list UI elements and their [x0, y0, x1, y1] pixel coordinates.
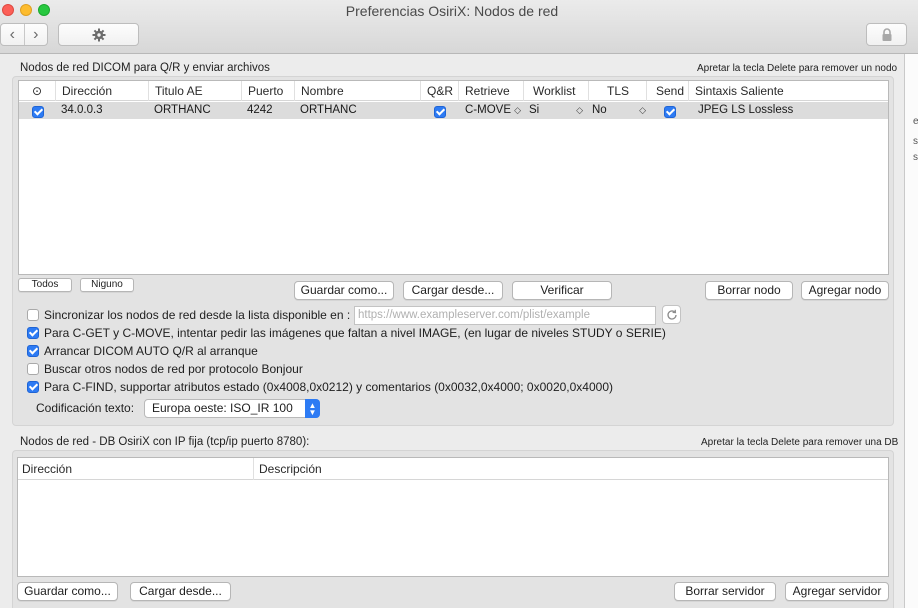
column-header-port[interactable]: Puerto [242, 81, 295, 101]
cget-checkbox[interactable] [27, 327, 39, 339]
column-header-syntax[interactable]: Sintaxis Saliente [689, 81, 890, 101]
auto-qr-option[interactable]: Arrancar DICOM AUTO Q/R al arranque [27, 343, 258, 359]
lock-icon [882, 27, 891, 41]
window-titlebar: Preferencias OsiriX: Nodos de red ‹ › [0, 0, 918, 54]
column-header-retrieve[interactable]: Retrieve [459, 81, 524, 101]
column-header-description[interactable]: Descripción [254, 458, 890, 480]
show-all-button[interactable] [58, 23, 139, 46]
refresh-icon [666, 309, 677, 320]
delete-node-button[interactable]: Borrar nodo [705, 281, 793, 300]
row-tls-value: No [592, 104, 607, 116]
row-worklist-value: Si [529, 104, 540, 116]
column-header-worklist[interactable]: Worklist [524, 81, 589, 101]
navigation-buttons: ‹ › [0, 23, 48, 46]
row-retrieve-popup[interactable]: C-MOVE ◇ [465, 102, 521, 119]
row-tls-popup[interactable]: No ◇ [592, 102, 646, 119]
load-from-button[interactable]: Cargar desde... [403, 281, 503, 300]
row-ae-title: ORTHANC [154, 104, 211, 116]
dicom-nodes-table-header: ⊙ Dirección Titulo AE Puerto Nombre Q&R … [19, 81, 888, 101]
bonjour-checkbox[interactable] [27, 363, 39, 375]
row-syntax: JPEG LS Lossless [698, 104, 794, 116]
sync-checkbox[interactable] [27, 309, 39, 321]
lock-button[interactable] [866, 23, 907, 46]
dicom-nodes-delete-hint: Apretar la tecla Delete para remover un … [697, 63, 898, 74]
popup-arrows-icon: ◇ [514, 105, 521, 115]
dicom-nodes-group-label: Nodos de red DICOM para Q/R y enviar arc… [20, 62, 270, 74]
column-header-send[interactable]: Send [647, 81, 689, 101]
back-button[interactable]: ‹ [1, 24, 24, 45]
column-header-name[interactable]: Nombre [295, 81, 421, 101]
encoding-label: Codificación texto: [36, 401, 135, 415]
bonjour-option[interactable]: Buscar otros nodos de red por protocolo … [27, 361, 303, 377]
cget-option[interactable]: Para C-GET y C-MOVE, intentar pedir las … [27, 325, 666, 341]
row-qr-checkbox[interactable] [434, 104, 446, 121]
osirix-nodes-table-header: Dirección Descripción [18, 458, 888, 480]
bonjour-label: Buscar otros nodos de red por protocolo … [44, 362, 303, 376]
row-worklist-popup[interactable]: Si ◇ [529, 102, 583, 119]
sync-label: Sincronizar los nodos de red desde la li… [44, 308, 351, 322]
auto-qr-checkbox[interactable] [27, 345, 39, 357]
dicom-nodes-table[interactable]: ⊙ Dirección Titulo AE Puerto Nombre Q&R … [18, 80, 889, 275]
column-header-address[interactable]: Dirección [18, 458, 254, 480]
sync-option[interactable]: Sincronizar los nodos de red desde la li… [27, 307, 350, 323]
column-header-qr[interactable]: Q&R [421, 81, 459, 101]
table-row[interactable]: 34.0.0.3 ORTHANC 4242 ORTHANC C-MOVE ◇ S… [19, 102, 888, 119]
delete-server-button[interactable]: Borrar servidor [674, 582, 776, 601]
refresh-button[interactable] [662, 305, 681, 324]
encoding-value: Europa oeste: ISO_IR 100 [152, 401, 293, 415]
cfind-label: Para C-FIND, supportar atributos estado … [44, 380, 613, 394]
osirix-nodes-group-label: Nodos de red - DB OsiriX con IP fija (tc… [20, 436, 310, 448]
column-header-ae-title[interactable]: Titulo AE [149, 81, 242, 101]
row-retrieve-value: C-MOVE [465, 104, 511, 116]
sync-url-field[interactable]: https://www.exampleserver.com/plist/exam… [354, 306, 656, 325]
chevron-updown-icon: ▲ ▼ [305, 399, 320, 418]
forward-button[interactable]: › [23, 24, 48, 45]
column-header-address[interactable]: Dirección [56, 81, 149, 101]
select-none-button[interactable]: Niguno [80, 278, 134, 292]
save-as-button[interactable]: Guardar como... [294, 281, 394, 300]
cget-label: Para C-GET y C-MOVE, intentar pedir las … [44, 326, 666, 340]
popup-arrows-icon: ◇ [639, 105, 646, 115]
row-port: 4242 [247, 104, 273, 116]
osirix-nodes-delete-hint: Apretar la tecla Delete para remover una… [701, 437, 899, 448]
server-save-as-button[interactable]: Guardar como... [17, 582, 118, 601]
column-header-active[interactable]: ⊙ [19, 81, 56, 101]
background-window-edge: e s s [904, 54, 918, 608]
popup-arrows-icon: ◇ [576, 105, 583, 115]
row-enabled-checkbox[interactable] [32, 104, 44, 121]
add-server-button[interactable]: Agregar servidor [785, 582, 889, 601]
row-name: ORTHANC [300, 104, 357, 116]
encoding-select[interactable]: Europa oeste: ISO_IR 100 ▲ ▼ [144, 399, 320, 418]
add-node-button[interactable]: Agregar nodo [801, 281, 889, 300]
server-load-from-button[interactable]: Cargar desde... [130, 582, 231, 601]
row-send-checkbox[interactable] [664, 104, 676, 121]
row-address: 34.0.0.3 [61, 104, 103, 116]
cfind-option[interactable]: Para C-FIND, supportar atributos estado … [27, 379, 613, 395]
auto-qr-label: Arrancar DICOM AUTO Q/R al arranque [44, 344, 258, 358]
window-title: Preferencias OsiriX: Nodos de red [345, 3, 559, 19]
gear-icon [92, 28, 105, 41]
verify-button[interactable]: Verificar [512, 281, 612, 300]
osirix-nodes-table[interactable]: Dirección Descripción [17, 457, 889, 577]
select-all-button[interactable]: Todos [18, 278, 72, 292]
column-header-tls[interactable]: TLS [589, 81, 647, 101]
cfind-checkbox[interactable] [27, 381, 39, 393]
